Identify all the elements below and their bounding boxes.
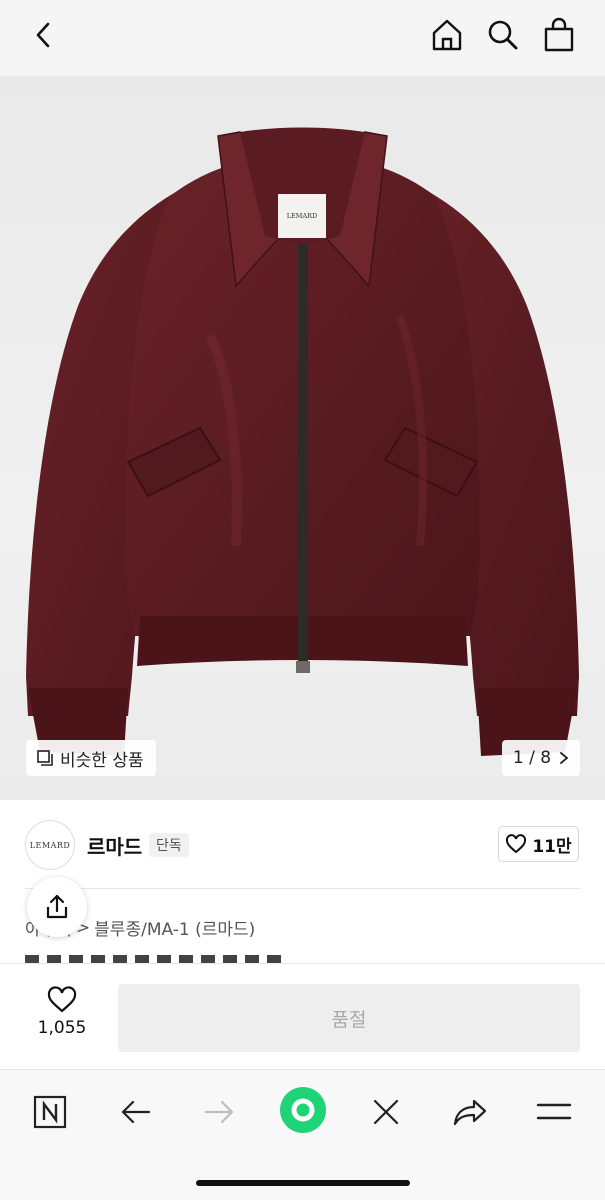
brand-name[interactable]: 르마드: [87, 831, 142, 860]
home-indicator[interactable]: [196, 1180, 410, 1186]
naver-icon[interactable]: [28, 1090, 72, 1134]
share-button[interactable]: [27, 877, 87, 937]
top-navigation-bar: [0, 0, 605, 76]
jacket-label-text: LEMARD: [287, 212, 318, 220]
back-arrow-icon[interactable]: [114, 1090, 158, 1134]
image-counter-text: 1 / 8: [512, 748, 552, 768]
breadcrumb-current[interactable]: 블루종/MA-1 (르마드): [94, 915, 255, 940]
sold-out-button[interactable]: 품절: [118, 984, 580, 1052]
shopping-bag-icon[interactable]: [538, 14, 580, 56]
menu-icon[interactable]: [532, 1090, 576, 1134]
product-image[interactable]: LEMARD: [0, 76, 605, 800]
home-icon[interactable]: [426, 14, 468, 56]
heart-icon: [506, 834, 527, 854]
sold-out-label: 품절: [331, 1008, 367, 1031]
green-dot-icon[interactable]: [279, 1086, 327, 1134]
similar-items-icon: [37, 750, 53, 766]
brand-logo-text: LEMARD: [29, 840, 71, 850]
similar-products-label: 비슷한 상품: [60, 750, 144, 771]
close-icon[interactable]: [364, 1090, 408, 1134]
share-icon[interactable]: [448, 1090, 492, 1134]
brand-row: LEMARD 르마드 단독 11만: [0, 800, 605, 888]
chevron-left-icon[interactable]: [22, 14, 64, 56]
browser-toolbar: [0, 1069, 605, 1200]
brand-like-button[interactable]: 11만: [498, 826, 579, 862]
purchase-bar: 1,055 품절: [0, 963, 605, 1069]
search-icon[interactable]: [482, 14, 524, 56]
heart-icon: [47, 986, 77, 1013]
similar-products-button[interactable]: 비슷한 상품: [26, 740, 156, 776]
wishlist-button[interactable]: 1,055: [26, 986, 98, 1038]
exclusive-badge: 단독: [149, 833, 189, 857]
divider: [25, 888, 580, 889]
brand-like-count: 11만: [532, 836, 572, 857]
wishlist-count: 1,055: [37, 1018, 87, 1038]
chevron-right-icon: [560, 752, 569, 764]
share-upload-icon: [46, 894, 68, 919]
jacket-illustration: LEMARD: [26, 127, 579, 756]
brand-logo[interactable]: LEMARD: [25, 820, 75, 870]
forward-arrow-icon[interactable]: [197, 1090, 241, 1134]
image-counter[interactable]: 1 / 8: [502, 740, 580, 776]
